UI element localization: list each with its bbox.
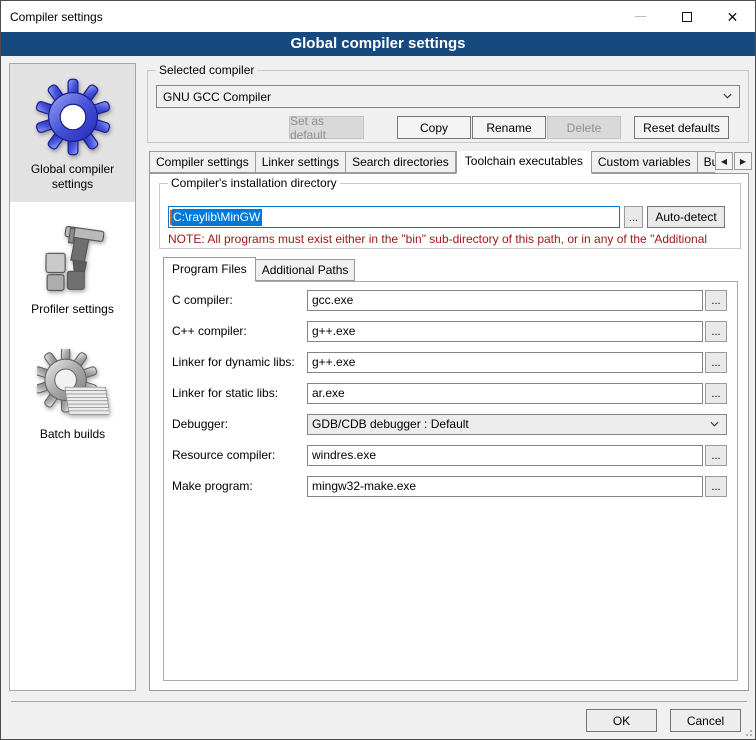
sidebar-item-label: Batch builds [14,427,131,442]
browse-button[interactable]: ... [705,383,727,404]
delete-button[interactable]: Delete [547,116,621,139]
auto-detect-button[interactable]: Auto-detect [647,206,725,228]
tab-compiler-settings[interactable]: Compiler settings [149,151,256,173]
field-label: Resource compiler: [172,448,275,462]
sidebar-item-label: Profiler settings [14,302,131,317]
installation-directory-input[interactable]: C:\raylib\MinGW [168,206,620,228]
reset-defaults-button[interactable]: Reset defaults [634,116,729,139]
ok-button[interactable]: OK [586,709,657,732]
field-label: Linker for dynamic libs: [172,355,295,369]
cpp-compiler-input[interactable]: g++.exe [307,321,703,342]
c-compiler-input[interactable]: gcc.exe [307,290,703,311]
tab-toolchain-executables[interactable]: Toolchain executables [456,151,592,174]
program-files-page: C compiler: gcc.exe ... C++ compiler: g+… [163,281,738,681]
linker-dynamic-row: Linker for dynamic libs: g++.exe ... [164,352,737,373]
field-label: Make program: [172,479,253,493]
close-button[interactable]: ✕ [710,1,755,32]
tab-search-directories[interactable]: Search directories [346,151,456,173]
field-label: Debugger: [172,417,228,431]
browse-button[interactable]: ... [705,352,727,373]
selected-text: C:\raylib\MinGW [172,209,262,226]
sidebar-item-batch-builds[interactable]: Batch builds [10,327,135,452]
make-program-row: Make program: mingw32-make.exe ... [164,476,737,497]
compiler-select-value: GNU GCC Compiler [163,90,271,104]
set-as-default-button[interactable]: Set as default [289,116,364,139]
linker-static-row: Linker for static libs: ar.exe ... [164,383,737,404]
installation-directory-group: Compiler's installation directory C:\ray… [159,183,741,249]
tab-custom-variables[interactable]: Custom variables [592,151,698,173]
make-program-input[interactable]: mingw32-make.exe [307,476,703,497]
browse-directory-button[interactable]: ... [624,206,643,228]
resource-compiler-row: Resource compiler: windres.exe ... [164,445,737,466]
debugger-select[interactable]: GDB/CDB debugger : Default [307,414,727,435]
sidebar-item-global-compiler-settings[interactable]: Global compiler settings [10,64,135,202]
title-bar[interactable]: Compiler settings ✕ [1,1,755,32]
close-icon: ✕ [727,10,739,24]
group-label: Selected compiler [156,63,257,77]
settings-category-sidebar: Global compiler settings Profiler settin… [9,63,136,691]
compiler-settings-dialog: Compiler settings ✕ Global compiler sett… [0,0,756,740]
blue-gear-icon [34,78,112,156]
rename-button[interactable]: Rename [472,116,546,139]
browse-button[interactable]: ... [705,445,727,466]
field-label: C compiler: [172,293,233,307]
left-arrow-icon: ◀ [721,157,727,166]
browse-button[interactable]: ... [705,321,727,342]
c-compiler-row: C compiler: gcc.exe ... [164,290,737,311]
maximize-icon [682,12,692,22]
tab-additional-paths[interactable]: Additional Paths [256,259,356,281]
program-files-tab-strip: Program Files Additional Paths [163,259,355,281]
caliper-icon [37,224,109,296]
tab-scroll-left-button[interactable]: ◀ [715,152,733,170]
right-arrow-icon: ▶ [740,157,746,166]
resize-grip[interactable] [743,727,752,736]
browse-button[interactable]: ... [705,476,727,497]
sidebar-item-profiler-settings[interactable]: Profiler settings [10,202,135,327]
window-title: Compiler settings [10,10,103,24]
debugger-row: Debugger: GDB/CDB debugger : Default [164,414,737,435]
debugger-select-value: GDB/CDB debugger : Default [312,415,469,434]
minimize-button[interactable] [618,1,663,32]
settings-tab-strip: Compiler settings Linker settings Search… [149,151,715,174]
tab-scroll-right-button[interactable]: ▶ [734,152,752,170]
gray-gear-stack-icon [37,349,109,421]
cancel-button[interactable]: Cancel [670,709,741,732]
note-text: NOTE: All programs must exist either in … [168,232,734,246]
footer-divider [11,701,747,702]
sidebar-item-label: Global compiler settings [14,162,131,192]
dialog-header: Global compiler settings [1,32,755,56]
minimize-icon [635,16,646,17]
field-label: C++ compiler: [172,324,247,338]
field-label: Linker for static libs: [172,386,278,400]
compiler-select[interactable]: GNU GCC Compiler [156,85,740,108]
copy-button[interactable]: Copy [397,116,471,139]
resource-compiler-input[interactable]: windres.exe [307,445,703,466]
chevron-down-icon [710,421,719,427]
browse-button[interactable]: ... [705,290,727,311]
tab-program-files[interactable]: Program Files [163,257,256,282]
linker-dynamic-input[interactable]: g++.exe [307,352,703,373]
cpp-compiler-row: C++ compiler: g++.exe ... [164,321,737,342]
tab-linker-settings[interactable]: Linker settings [256,151,346,173]
group-label: Compiler's installation directory [168,176,340,190]
linker-static-input[interactable]: ar.exe [307,383,703,404]
chevron-down-icon [723,93,732,99]
tab-build-options-clipped[interactable]: Builc [698,151,715,173]
maximize-button[interactable] [664,1,709,32]
